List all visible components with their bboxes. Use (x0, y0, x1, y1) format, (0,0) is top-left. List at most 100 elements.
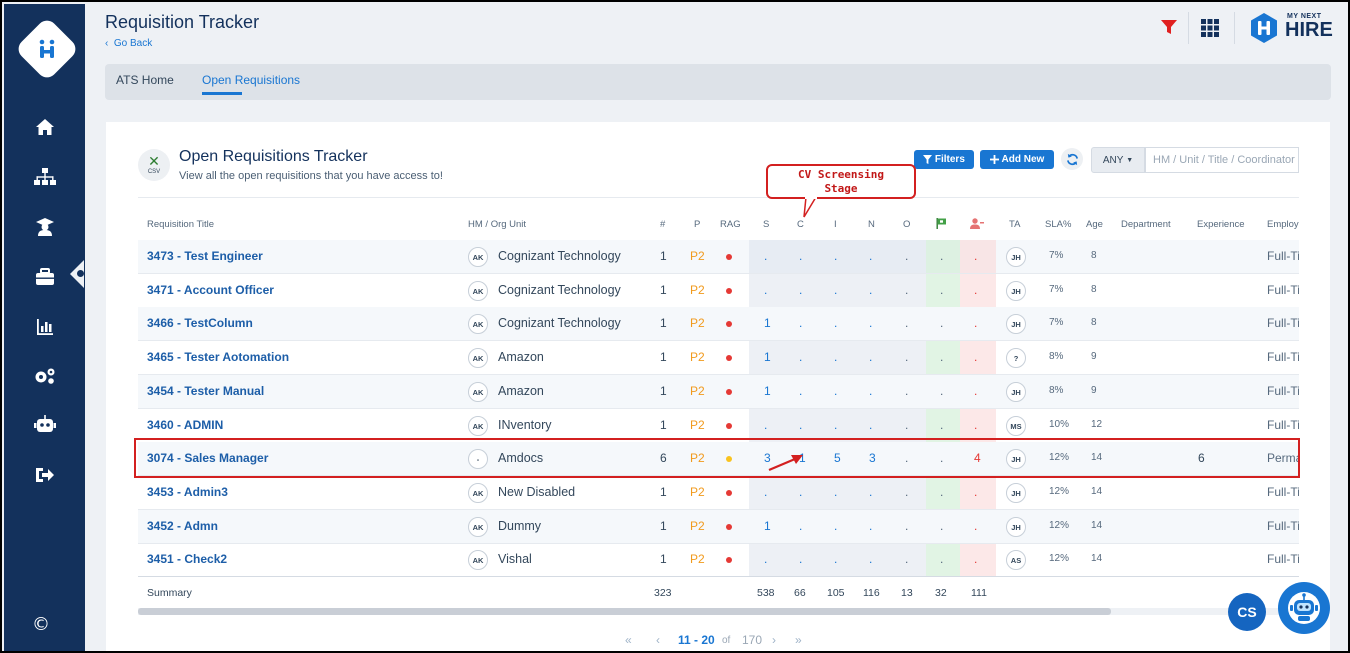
chatbot-button[interactable] (1278, 582, 1330, 634)
stage-c-count[interactable]: . (799, 519, 802, 533)
go-back-link[interactable]: ‹ Go Back (105, 38, 152, 49)
stage-n-count[interactable]: . (869, 418, 872, 432)
joined-flag-icon[interactable] (936, 218, 947, 232)
ta-avatar[interactable]: JH (1006, 382, 1026, 402)
rejected-count[interactable]: . (974, 519, 977, 533)
stage-o-count[interactable]: . (905, 350, 908, 364)
table-row[interactable] (138, 307, 1299, 340)
stage-o-count[interactable]: . (905, 519, 908, 533)
hiring-manager-avatar[interactable]: AK (468, 416, 488, 436)
joined-count[interactable]: . (940, 485, 943, 499)
graduate-icon[interactable] (32, 216, 58, 238)
rejected-count[interactable]: . (974, 316, 977, 330)
table-row[interactable] (138, 543, 1299, 576)
stage-s-count[interactable]: 1 (764, 384, 771, 398)
stage-i-count[interactable]: . (834, 552, 837, 566)
stage-n-count[interactable]: . (869, 316, 872, 330)
tab-open-requisitions[interactable]: Open Requisitions (202, 73, 300, 87)
scope-select[interactable]: ANY ▼ (1091, 147, 1145, 173)
brand-logo-icon[interactable] (1248, 12, 1280, 44)
ta-avatar[interactable]: JH (1006, 314, 1026, 334)
stage-i-count[interactable]: . (834, 384, 837, 398)
ta-avatar[interactable]: JH (1006, 517, 1026, 537)
stage-c-count[interactable]: . (799, 283, 802, 297)
joined-count[interactable]: . (940, 418, 943, 432)
stage-s-count[interactable]: . (764, 283, 767, 297)
hiring-manager-avatar[interactable]: AK (468, 517, 488, 537)
rejected-count[interactable]: . (974, 384, 977, 398)
hiring-manager-avatar[interactable]: AK (468, 281, 488, 301)
stage-c-count[interactable]: . (799, 249, 802, 263)
ta-avatar[interactable]: JH (1006, 247, 1026, 267)
cs-avatar-button[interactable]: CS (1228, 593, 1266, 631)
stage-o-count[interactable]: . (905, 552, 908, 566)
first-page-icon[interactable]: « (625, 633, 632, 647)
hiring-manager-avatar[interactable]: AK (468, 247, 488, 267)
requisition-title-link[interactable]: 3473 - Test Engineer (147, 249, 263, 263)
search-input[interactable] (1145, 147, 1299, 173)
bar-chart-icon[interactable] (32, 316, 58, 338)
robot-icon[interactable] (32, 414, 58, 436)
filters-button[interactable]: Filters (914, 150, 974, 169)
requisition-title-link[interactable]: 3465 - Tester Aotomation (147, 350, 289, 364)
stage-n-count[interactable]: . (869, 552, 872, 566)
rejected-user-icon[interactable] (970, 218, 984, 232)
requisition-title-link[interactable]: 3466 - TestColumn (147, 316, 253, 330)
settings-gears-icon[interactable] (32, 365, 58, 387)
stage-s-count[interactable]: 1 (764, 316, 771, 330)
stage-i-count[interactable]: . (834, 249, 837, 263)
hiring-manager-avatar[interactable]: AK (468, 314, 488, 334)
stage-s-count[interactable]: 1 (764, 519, 771, 533)
ta-avatar[interactable]: ? (1006, 348, 1026, 368)
hiring-manager-avatar[interactable]: AK (468, 348, 488, 368)
table-row[interactable] (138, 375, 1299, 408)
column-header-title[interactable]: Requisition Title (147, 219, 214, 230)
column-header-rag[interactable]: RAG (720, 219, 741, 230)
column-header-hm-unit[interactable]: HM / Org Unit (468, 219, 526, 230)
stage-c-count[interactable]: . (799, 350, 802, 364)
table-row[interactable] (138, 274, 1299, 307)
logout-icon[interactable] (32, 464, 58, 486)
ta-avatar[interactable]: AS (1006, 550, 1026, 570)
requisition-title-link[interactable]: 3453 - Admin3 (147, 485, 228, 499)
stage-i-count[interactable]: . (834, 519, 837, 533)
joined-count[interactable]: . (940, 283, 943, 297)
joined-count[interactable]: . (940, 249, 943, 263)
rejected-count[interactable]: . (974, 485, 977, 499)
stage-o-count[interactable]: . (905, 485, 908, 499)
stage-n-count[interactable]: . (869, 384, 872, 398)
last-page-icon[interactable]: » (795, 633, 802, 647)
stage-s-count[interactable]: . (764, 418, 767, 432)
joined-count[interactable]: . (940, 552, 943, 566)
column-header-experience[interactable]: Experience (1197, 219, 1245, 230)
column-header-stage-o[interactable]: O (903, 219, 910, 230)
column-header-stage-i[interactable]: I (834, 219, 837, 230)
rejected-count[interactable]: . (974, 418, 977, 432)
column-header-stage-n[interactable]: N (868, 219, 875, 230)
ta-avatar[interactable]: JH (1006, 483, 1026, 503)
rejected-count[interactable]: . (974, 283, 977, 297)
stage-o-count[interactable]: . (905, 283, 908, 297)
column-header-stage-c[interactable]: C (797, 219, 804, 230)
stage-n-count[interactable]: . (869, 519, 872, 533)
rejected-count[interactable]: . (974, 350, 977, 364)
stage-c-count[interactable]: . (799, 552, 802, 566)
table-row[interactable] (138, 476, 1299, 509)
add-new-button[interactable]: Add New (980, 150, 1054, 169)
rejected-count[interactable]: . (974, 249, 977, 263)
stage-s-count[interactable]: . (764, 249, 767, 263)
prev-page-icon[interactable]: ‹ (656, 633, 660, 647)
column-header-count[interactable]: # (660, 219, 665, 230)
ta-avatar[interactable]: MS (1006, 416, 1026, 436)
column-header-employment[interactable]: Employment (1267, 219, 1299, 230)
stage-o-count[interactable]: . (905, 384, 908, 398)
stage-i-count[interactable]: . (834, 485, 837, 499)
stage-i-count[interactable]: . (834, 283, 837, 297)
stage-i-count[interactable]: . (834, 316, 837, 330)
stage-n-count[interactable]: . (869, 249, 872, 263)
column-header-age[interactable]: Age (1086, 219, 1103, 230)
refresh-button[interactable] (1061, 148, 1083, 170)
rejected-count[interactable]: . (974, 552, 977, 566)
column-header-sla[interactable]: SLA% (1045, 219, 1071, 230)
table-row[interactable] (138, 510, 1299, 543)
